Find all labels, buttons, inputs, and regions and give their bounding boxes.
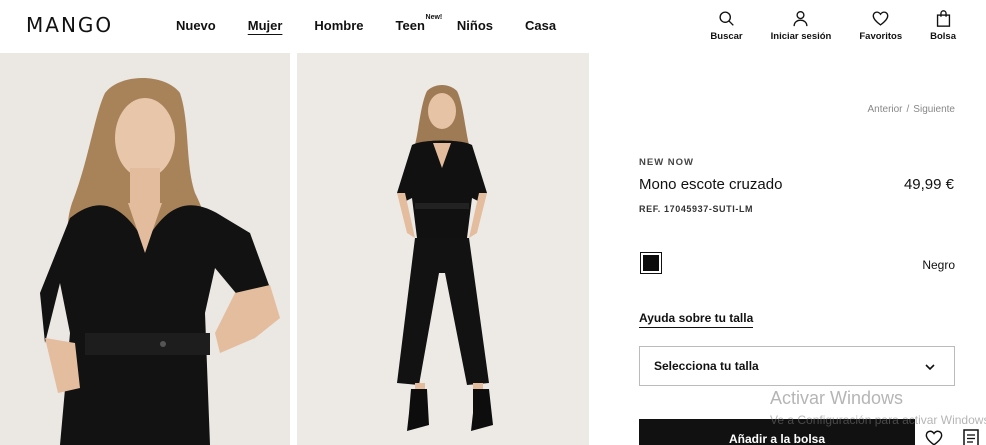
search-label: Buscar: [710, 31, 743, 42]
windows-activation-watermark: Activar Windows Ve a Configuración para …: [770, 388, 986, 427]
login-button[interactable]: Iniciar sesión: [770, 10, 832, 42]
header-actions: Buscar Iniciar sesión Favoritos Bolsa: [682, 10, 956, 42]
size-help-link[interactable]: Ayuda sobre tu talla: [639, 311, 754, 328]
new-now-badge: NEW NOW: [639, 157, 695, 168]
chevron-down-icon: [925, 364, 935, 371]
model-fullbody-illustration: [297, 53, 589, 445]
product-price: 49,99 €: [903, 176, 954, 193]
nav-teen[interactable]: Teen New!: [395, 14, 443, 33]
product-pagination: Anterior / Siguiente: [868, 104, 956, 115]
bag-label: Bolsa: [930, 31, 956, 42]
pagination-separator: /: [906, 104, 910, 115]
user-icon: [793, 11, 809, 27]
bag-icon: [936, 10, 950, 27]
search-icon: [719, 11, 734, 26]
nav-hombre[interactable]: Hombre: [314, 18, 363, 33]
watermark-subtitle: Ve a Configuración para activar Windows.: [770, 413, 986, 427]
watermark-title: Activar Windows: [770, 388, 904, 408]
product-image-closeup[interactable]: [0, 53, 290, 445]
bag-button[interactable]: Bolsa: [930, 10, 956, 42]
login-label: Iniciar sesión: [770, 31, 832, 42]
heart-icon: [925, 430, 943, 445]
prev-link[interactable]: Anterior: [868, 104, 903, 115]
nav-casa[interactable]: Casa: [525, 18, 556, 33]
next-link[interactable]: Siguiente: [913, 104, 955, 115]
site-header: MANGO Nuevo Mujer Hombre Teen New! Niños …: [0, 0, 986, 53]
new-badge: New!: [425, 14, 443, 21]
nav-teen-label: Teen: [395, 18, 425, 33]
favorites-label: Favoritos: [859, 31, 903, 42]
nav-nuevo[interactable]: Nuevo: [176, 18, 216, 33]
main-nav: Nuevo Mujer Hombre Teen New! Niños Casa: [176, 14, 588, 33]
selected-color-name: Negro: [922, 258, 955, 272]
color-swatch-black[interactable]: [640, 252, 662, 274]
product-ref: REF. 17045937-SUTI-LM: [639, 204, 754, 214]
size-select-label: Selecciona tu talla: [654, 359, 759, 373]
heart-icon: [872, 11, 889, 26]
product-image-fullbody[interactable]: [297, 53, 589, 445]
size-select[interactable]: Selecciona tu talla: [639, 346, 955, 386]
mango-logo[interactable]: MANGO: [26, 13, 113, 37]
search-button[interactable]: Buscar: [710, 10, 743, 42]
swatch-fill: [643, 255, 659, 271]
nav-mujer[interactable]: Mujer: [248, 18, 283, 33]
list-icon: [963, 429, 979, 445]
favorites-button[interactable]: Favoritos: [859, 10, 902, 42]
nav-ninos[interactable]: Niños: [457, 18, 493, 33]
model-closeup-illustration: [0, 53, 290, 445]
product-title: Mono escote cruzado: [639, 176, 783, 193]
